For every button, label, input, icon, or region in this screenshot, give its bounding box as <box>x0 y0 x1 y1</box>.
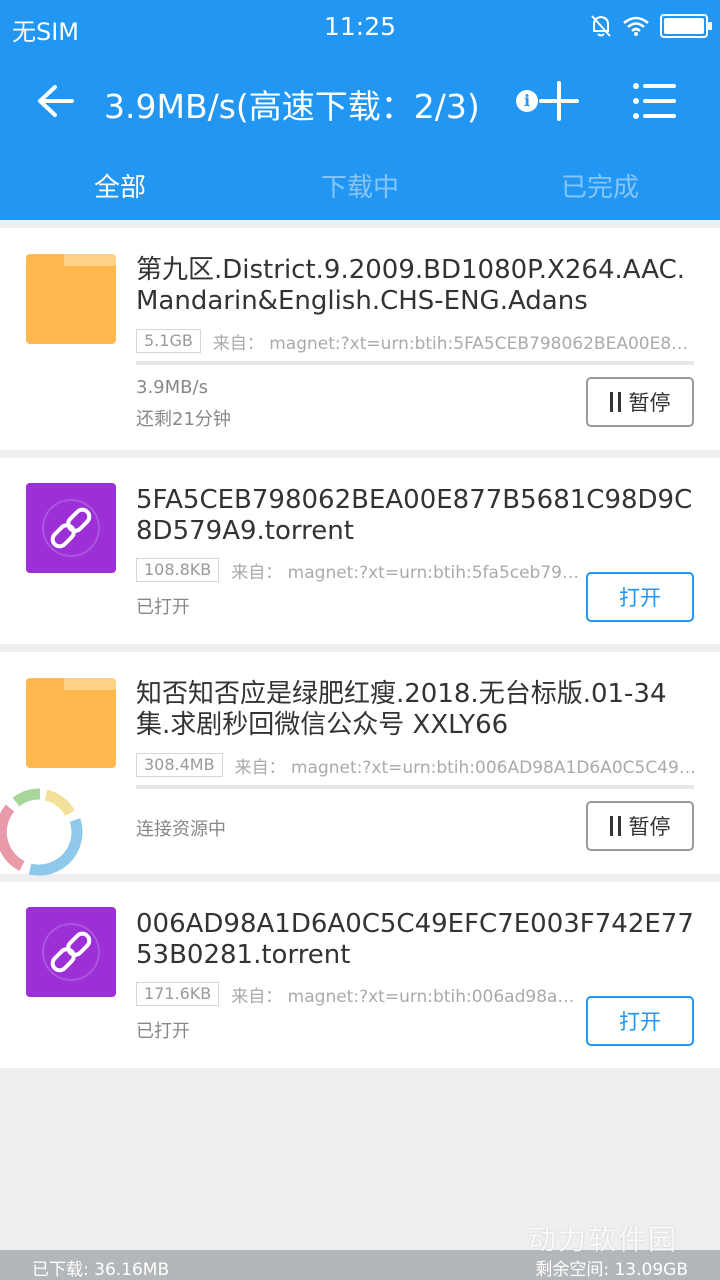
menu-button[interactable] <box>632 80 678 122</box>
time-remaining: 还剩21分钟 <box>136 409 231 430</box>
pause-icon <box>609 816 621 836</box>
mute-bell-icon <box>591 15 611 37</box>
link-icon <box>26 907 116 997</box>
app-header: 无SIM 11:25 3.9MB/s(高速下载：2/3) i 全部 下载中 已完… <box>0 0 720 220</box>
link-icon <box>26 483 116 573</box>
size-badge: 5.1GB <box>136 329 201 353</box>
item-meta: 5.1GB 来自： magnet:?xt=urn:btih:5FA5CEB798… <box>136 328 696 354</box>
size-badge: 308.4MB <box>136 753 223 777</box>
watermark: 动力软件园 <box>528 1223 679 1256</box>
open-button[interactable]: 打开 <box>586 996 694 1046</box>
tab-bar: 全部 下载中 已完成 <box>0 156 720 220</box>
size-badge: 171.6KB <box>136 982 220 1006</box>
tab-all[interactable]: 全部 <box>0 156 240 220</box>
status-bar: 无SIM 11:25 <box>0 0 720 52</box>
back-button[interactable] <box>30 76 80 126</box>
pause-button[interactable]: 暂停 <box>586 801 694 851</box>
item-title: 006AD98A1D6A0C5C49EFC7E003F742E7753B0281… <box>136 909 694 970</box>
battery-icon <box>660 14 712 38</box>
pause-label: 暂停 <box>628 815 671 839</box>
source-link: 来自： magnet:?xt=urn:btih:006ad98a… <box>231 986 575 1007</box>
info-icon[interactable]: i <box>516 90 538 112</box>
downloaded-size: 已下载: 36.16MB <box>32 1260 170 1280</box>
plus-icon <box>539 81 579 121</box>
download-item[interactable]: 第九区.District.9.2009.BD1080P.X264.AAC.Man… <box>0 228 720 450</box>
pause-button[interactable]: 暂停 <box>586 377 694 427</box>
source-link: 来自： magnet:?xt=urn:btih:5fa5ceb79… <box>231 562 579 583</box>
item-status: 连接资源中 <box>136 819 226 840</box>
back-arrow-icon <box>38 85 74 117</box>
folder-icon <box>26 678 116 768</box>
source-link: 来自： magnet:?xt=urn:btih:5FA5CEB798062BEA… <box>212 333 696 354</box>
download-speed: 3.9MB/s <box>136 377 208 398</box>
status-icons <box>590 12 712 40</box>
progress-bar <box>136 361 694 365</box>
open-button[interactable]: 打开 <box>586 572 694 622</box>
pause-icon <box>609 392 621 412</box>
tab-completed[interactable]: 已完成 <box>480 156 720 220</box>
item-title: 第九区.District.9.2009.BD1080P.X264.AAC.Man… <box>136 255 686 316</box>
download-item[interactable]: 知否知否应是绿肥红瘦.2018.无台标版.01-34集.求剧秒回微信公众号 XX… <box>0 652 720 874</box>
download-item[interactable]: 006AD98A1D6A0C5C49EFC7E003F742E7753B0281… <box>0 882 720 1068</box>
folder-icon <box>26 254 116 344</box>
tab-downloading[interactable]: 下载中 <box>240 156 480 220</box>
pause-label: 暂停 <box>628 391 671 415</box>
item-meta: 308.4MB 来自： magnet:?xt=urn:btih:006AD98A… <box>136 752 696 778</box>
item-status: 已打开 <box>136 597 190 618</box>
source-link: 来自： magnet:?xt=urn:btih:006AD98A1D6A0C5C… <box>234 757 696 778</box>
progress-bar <box>136 785 694 789</box>
menu-list-icon <box>633 83 676 119</box>
item-title: 5FA5CEB798062BEA00E877B5681C98D9C8D579A9… <box>136 485 693 546</box>
item-status: 已打开 <box>136 1021 190 1042</box>
wifi-icon <box>623 16 649 36</box>
toolbar: 3.9MB/s(高速下载：2/3) i <box>0 60 720 140</box>
download-speed-title: 3.9MB/s(高速下载：2/3) <box>104 87 480 126</box>
free-space: 剩余空间: 13.09GB <box>535 1260 688 1280</box>
download-item[interactable]: 5FA5CEB798062BEA00E877B5681C98D9C8D579A9… <box>0 458 720 644</box>
add-task-button[interactable] <box>538 80 580 122</box>
item-title: 知否知否应是绿肥红瘦.2018.无台标版.01-34集.求剧秒回微信公众号 XX… <box>136 679 667 740</box>
size-badge: 108.8KB <box>136 558 220 582</box>
floating-loading-ring-icon[interactable] <box>0 788 84 876</box>
